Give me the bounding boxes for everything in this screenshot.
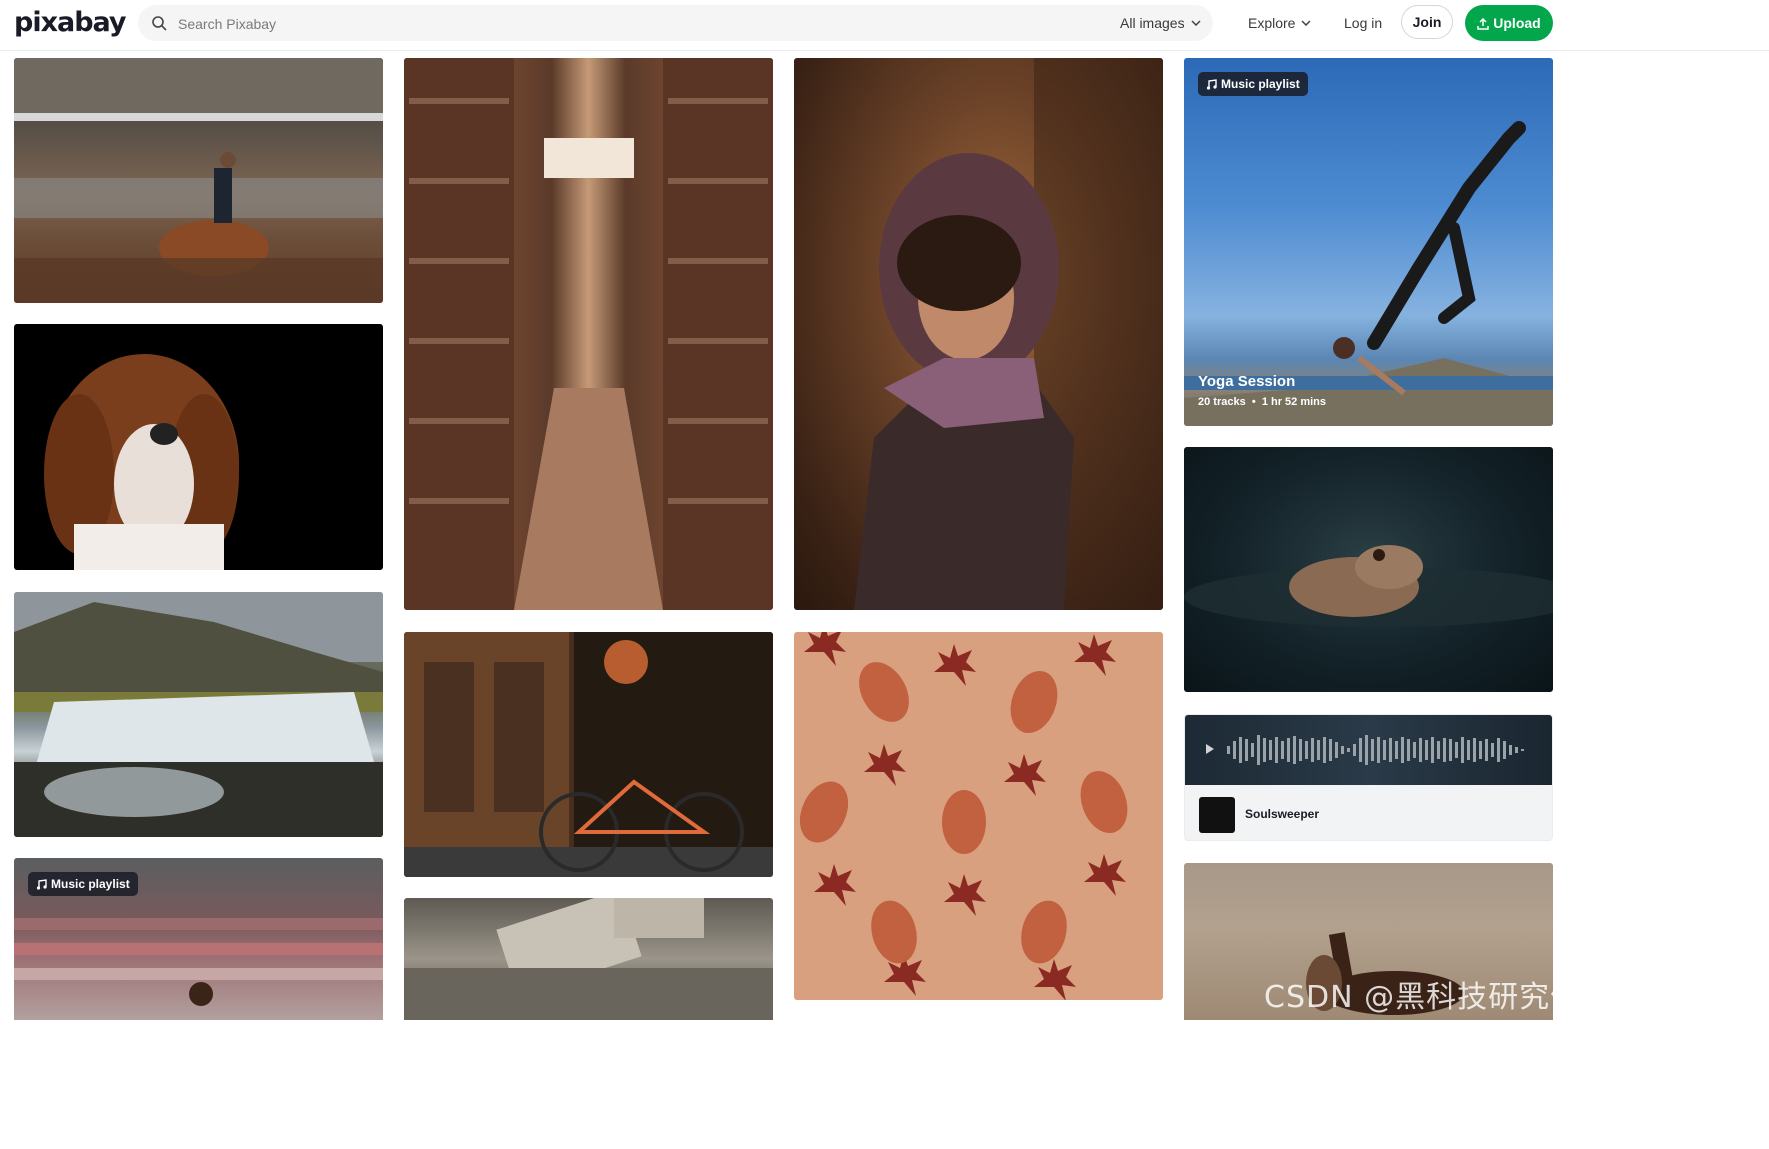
chevron-down-icon (1301, 20, 1311, 26)
explore-menu[interactable]: Explore (1248, 15, 1311, 31)
playlist-title: Yoga Session (1198, 373, 1296, 390)
image-tile-rodeo[interactable] (14, 58, 383, 303)
track-count: 20 tracks (1198, 396, 1246, 408)
track-artist-name[interactable]: Soulsweeper (1245, 807, 1319, 821)
music-playlist-badge: Music playlist (28, 872, 138, 896)
track-thumbnail (1199, 797, 1235, 833)
library-image (404, 58, 773, 610)
media-type-label: All images (1120, 15, 1185, 31)
search-input[interactable] (176, 13, 1030, 35)
watermark-text: CSDN @黑科技研究僧 (1264, 980, 1582, 1015)
frog-image (1184, 545, 1553, 627)
badge-label: Music playlist (1221, 77, 1300, 91)
bicycle-image (404, 632, 773, 877)
image-tile-library[interactable] (404, 58, 773, 610)
search-bar[interactable]: All images (138, 5, 1213, 41)
image-tile-dog[interactable] (14, 324, 383, 570)
yoga-image (1184, 121, 1553, 426)
chevron-down-icon (1191, 20, 1201, 26)
audio-track-card[interactable]: Soulsweeper (1184, 714, 1553, 841)
playlist-meta: 20 tracks • 1 hr 52 mins (1198, 396, 1326, 408)
explore-label: Explore (1248, 15, 1296, 31)
search-icon (152, 16, 167, 31)
playlist-duration: 1 hr 52 mins (1261, 396, 1327, 408)
waterfall-image (14, 592, 383, 837)
audio-waveform-area[interactable] (1185, 715, 1552, 785)
playlist-tile-stadium[interactable]: Music playlist (14, 858, 383, 1020)
login-link[interactable]: Log in (1344, 15, 1382, 31)
image-tile-waterfall[interactable] (14, 592, 383, 837)
music-note-icon (36, 879, 47, 890)
upload-icon (1477, 17, 1490, 30)
waveform-graphic (1227, 735, 1524, 765)
playlist-tile-yoga[interactable]: Music playlist Yoga Session 20 tracks • … (1184, 58, 1553, 426)
dot-separator: • (1248, 396, 1259, 408)
image-tile-bicycle[interactable] (404, 632, 773, 877)
pixabay-logo[interactable]: pixabay (14, 7, 127, 38)
image-tile-old-books[interactable] (404, 898, 773, 1020)
autumn-leaves-pattern (799, 632, 1128, 1000)
rodeo-image (14, 58, 383, 303)
music-note-icon (1206, 79, 1217, 90)
basset-hound-image (44, 354, 239, 570)
badge-label: Music playlist (51, 877, 130, 891)
image-tile-portrait[interactable] (794, 58, 1163, 610)
top-header: pixabay All images Explore Log in Join U… (0, 0, 1769, 51)
music-playlist-badge: Music playlist (1198, 72, 1308, 96)
upload-button[interactable]: Upload (1465, 5, 1553, 41)
media-type-dropdown[interactable]: All images (1120, 15, 1201, 31)
image-tile-autumn-leaves[interactable] (794, 632, 1163, 1000)
play-icon[interactable] (1205, 743, 1215, 755)
old-books-image (404, 898, 773, 1020)
image-tile-frog[interactable] (1184, 447, 1553, 692)
portrait-image (854, 58, 1163, 610)
join-button[interactable]: Join (1401, 5, 1453, 39)
upload-label: Upload (1493, 15, 1541, 31)
